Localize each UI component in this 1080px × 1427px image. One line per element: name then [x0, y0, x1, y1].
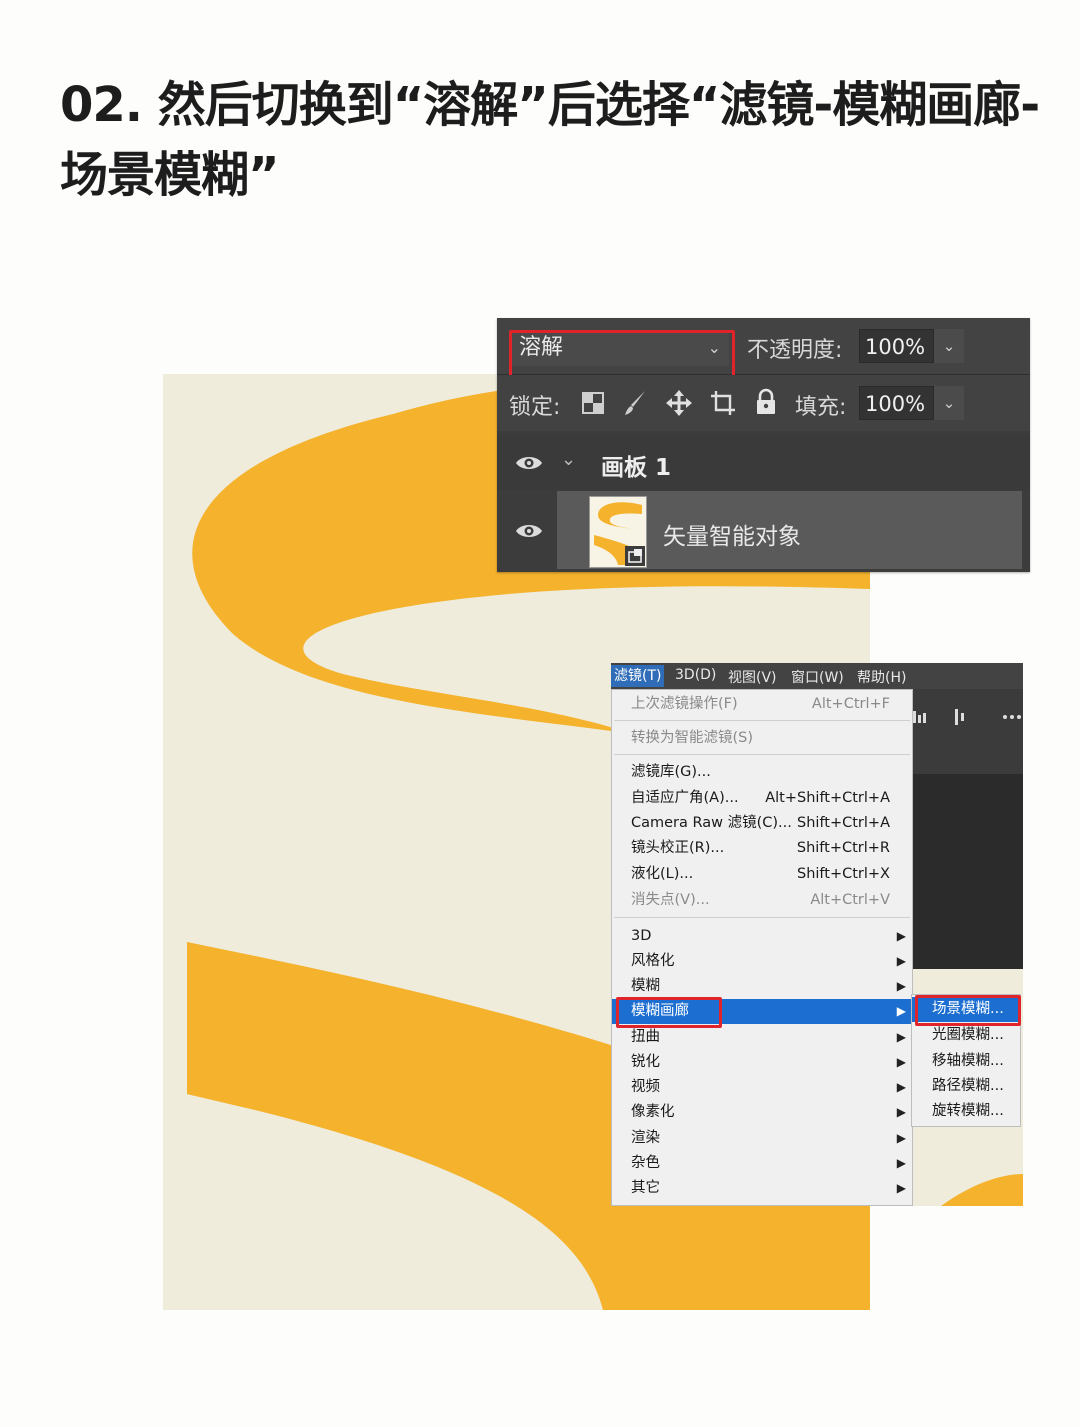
menu-view[interactable]: 视图(V) — [728, 667, 777, 687]
chevron-right-icon: ▶ — [896, 1156, 906, 1170]
menu-item-lens-correction[interactable]: 镜头校正(R)... Shift+Ctrl+R — [612, 836, 912, 861]
layers-panel: 溶解 ⌄ 不透明度: 100% ⌄ 锁定: 填充: 100% ⌄ ⌄ 画板 1 … — [497, 318, 1030, 572]
layer-row-artboard[interactable]: ⌄ 画板 1 — [497, 435, 1030, 490]
fill-label: 填充: — [795, 395, 847, 420]
menu-item-other[interactable]: 其它 ▶ — [612, 1176, 912, 1201]
layer-row-smart-object[interactable]: 矢量智能对象 — [497, 491, 1030, 572]
menu-item-filter-gallery[interactable]: 滤镜库(G)... — [612, 760, 912, 785]
chevron-right-icon: ▶ — [896, 929, 906, 943]
opacity-field[interactable]: 100% — [859, 329, 934, 363]
filter-menu-screenshot: 滤镜(T) 3D(D) 视图(V) 窗口(W) 帮助(H) 上次滤镜操作(F) A… — [611, 663, 1023, 1206]
chevron-right-icon: ▶ — [896, 954, 906, 968]
menu-help[interactable]: 帮助(H) — [857, 667, 906, 687]
menu-divider — [614, 720, 910, 721]
chevron-right-icon: ▶ — [896, 1131, 906, 1145]
menu-item-convert-smart-filter[interactable]: 转换为智能滤镜(S) — [612, 726, 912, 751]
submenu-item-iris-blur[interactable]: 光圈模糊... — [912, 1023, 1020, 1048]
menu-item-render[interactable]: 渲染 ▶ — [612, 1126, 912, 1151]
menu-item-distort[interactable]: 扭曲 ▶ — [612, 1025, 912, 1050]
chevron-right-icon: ▶ — [896, 1105, 906, 1119]
page-title: 02. 然后切换到“溶解”后选择“滤镜-模糊画廊-场景模糊” — [60, 77, 1040, 203]
submenu-item-tilt-shift[interactable]: 移轴模糊... — [912, 1049, 1020, 1074]
lock-transparent-pixels-icon[interactable] — [581, 391, 605, 415]
workspace-dark — [911, 774, 1023, 969]
layer-thumbnail — [589, 496, 647, 568]
menu-bar: 滤镜(T) 3D(D) 视图(V) 窗口(W) 帮助(H) — [611, 663, 1023, 689]
menu-item-sharpen[interactable]: 锐化 ▶ — [612, 1050, 912, 1075]
menu-item-liquify[interactable]: 液化(L)... Shift+Ctrl+X — [612, 862, 912, 887]
fill-dropdown-button[interactable]: ⌄ — [934, 386, 964, 420]
submenu-item-path-blur[interactable]: 路径模糊... — [912, 1074, 1020, 1099]
blur-gallery-highlight — [616, 997, 722, 1028]
menu-item-adaptive-wide-angle[interactable]: 自适应广角(A)... Alt+Shift+Ctrl+A — [612, 786, 912, 811]
menu-item-3d[interactable]: 3D ▶ — [612, 924, 912, 949]
options-toolbar — [911, 689, 1023, 774]
smart-object-badge-icon — [625, 546, 645, 566]
menu-item-vanishing-point[interactable]: 消失点(V)... Alt+Ctrl+V — [612, 888, 912, 913]
menu-item-last-filter[interactable]: 上次滤镜操作(F) Alt+Ctrl+F — [612, 692, 912, 717]
eye-icon[interactable] — [515, 521, 543, 541]
chevron-right-icon: ▶ — [896, 1181, 906, 1195]
menu-item-video[interactable]: 视频 ▶ — [612, 1075, 912, 1100]
blur-gallery-submenu: 场景模糊... 光圈模糊... 移轴模糊... 路径模糊... 旋转模糊... — [911, 994, 1021, 1127]
lock-artboard-icon[interactable] — [709, 389, 737, 417]
artboard-layer-name: 画板 1 — [601, 455, 672, 481]
menu-item-noise[interactable]: 杂色 ▶ — [612, 1151, 912, 1176]
lock-fill-row: 锁定: 填充: 100% ⌄ — [497, 375, 1030, 431]
chevron-right-icon: ▶ — [896, 979, 906, 993]
filter-dropdown-menu: 上次滤镜操作(F) Alt+Ctrl+F 转换为智能滤镜(S) 滤镜库(G)...… — [611, 689, 913, 1206]
lock-brush-icon[interactable] — [623, 389, 649, 417]
menu-divider — [614, 917, 910, 918]
menu-item-camera-raw[interactable]: Camera Raw 滤镜(C)... Shift+Ctrl+A — [612, 811, 912, 836]
chevron-right-icon: ▶ — [896, 1080, 906, 1094]
menu-window[interactable]: 窗口(W) — [791, 667, 844, 687]
submenu-item-spin-blur[interactable]: 旋转模糊... — [912, 1099, 1020, 1124]
chevron-down-icon[interactable]: ⌄ — [561, 449, 576, 470]
field-blur-highlight — [915, 995, 1021, 1026]
menu-item-stylize[interactable]: 风格化 ▶ — [612, 949, 912, 974]
blend-opacity-row: 溶解 ⌄ 不透明度: 100% ⌄ — [497, 318, 1030, 382]
menu-3d[interactable]: 3D(D) — [675, 667, 716, 683]
chevron-right-icon: ▶ — [896, 1030, 906, 1044]
lock-move-icon[interactable] — [665, 389, 693, 417]
lock-all-icon[interactable] — [754, 387, 778, 417]
smart-object-layer-name: 矢量智能对象 — [663, 524, 801, 550]
menu-divider — [614, 754, 910, 755]
menu-filter[interactable]: 滤镜(T) — [611, 665, 665, 687]
opacity-dropdown-button[interactable]: ⌄ — [934, 329, 964, 363]
chevron-right-icon: ▶ — [896, 1055, 906, 1069]
chevron-right-icon: ▶ — [896, 1004, 906, 1018]
fill-field[interactable]: 100% — [859, 386, 934, 420]
eye-icon[interactable] — [515, 453, 543, 473]
menu-item-blur[interactable]: 模糊 ▶ — [612, 974, 912, 999]
opacity-label: 不透明度: — [747, 338, 843, 363]
menu-item-pixelate[interactable]: 像素化 ▶ — [612, 1100, 912, 1125]
lock-label: 锁定: — [509, 395, 561, 420]
